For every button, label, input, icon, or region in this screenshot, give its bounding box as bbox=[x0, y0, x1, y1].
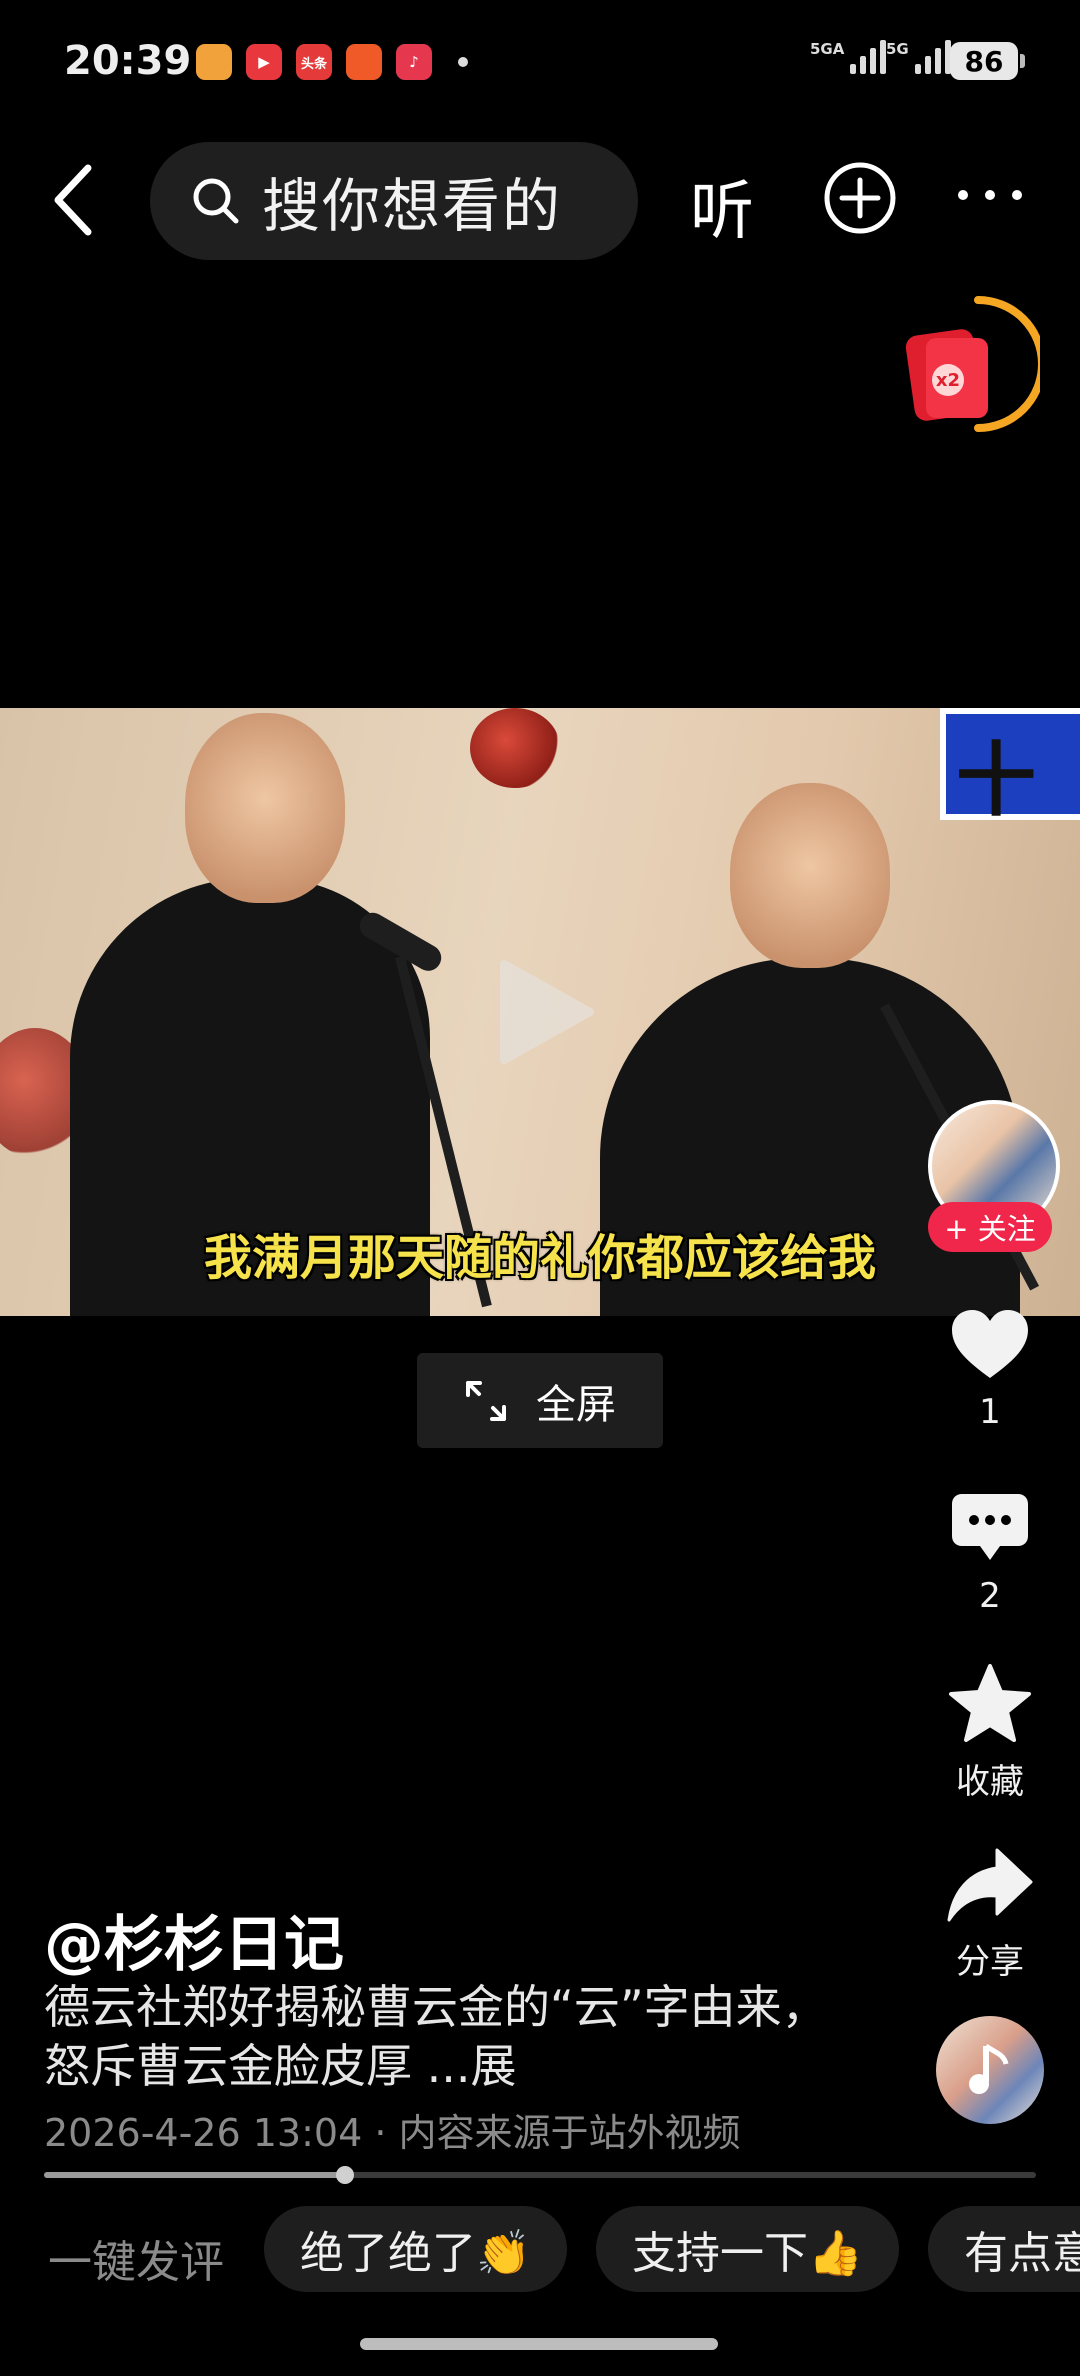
video-app-icon: ▶ bbox=[246, 44, 282, 80]
heart-icon bbox=[952, 1310, 1028, 1378]
red-packet-reward-icon[interactable]: x2 bbox=[900, 292, 1040, 442]
comment-icon bbox=[952, 1494, 1028, 1560]
video-player[interactable]: 十 我满月那天随的礼你都应该给我 bbox=[0, 708, 1080, 1316]
home-indicator[interactable] bbox=[360, 2338, 718, 2350]
notification-app-icons: ▶ 头条 ♪ bbox=[196, 44, 468, 80]
flower-decoration bbox=[470, 708, 560, 788]
performer-right-head bbox=[730, 783, 890, 968]
music-app-icon: ♪ bbox=[396, 44, 432, 80]
comment-count: 2 bbox=[979, 1576, 1001, 1616]
quick-comment-chip[interactable]: 有点意 bbox=[928, 2206, 1080, 2292]
quick-comment-chip[interactable]: 支持一下👍 bbox=[596, 2206, 899, 2292]
quick-comment-label: 一键发评 bbox=[48, 2237, 224, 2288]
progress-fill bbox=[44, 2172, 345, 2178]
progress-knob[interactable] bbox=[336, 2166, 354, 2184]
fullscreen-button[interactable]: 全屏 bbox=[417, 1353, 663, 1448]
video-subtitle: 我满月那天随的礼你都应该给我 bbox=[203, 1230, 876, 1286]
fullscreen-label: 全屏 bbox=[536, 1381, 616, 1428]
more-options-icon[interactable] bbox=[958, 190, 1022, 206]
performer-left-head bbox=[185, 713, 345, 903]
status-time: 20:39 bbox=[64, 38, 192, 84]
quick-comment-chip[interactable]: 绝了绝了👏 bbox=[264, 2206, 567, 2292]
play-icon[interactable] bbox=[494, 956, 598, 1068]
music-disc[interactable] bbox=[936, 2016, 1044, 2124]
search-bar[interactable]: 搜你想看的 bbox=[150, 142, 638, 260]
post-meta: 2026-4-26 13:04 · 内容来源于站外视频 bbox=[44, 2111, 741, 2155]
video-description[interactable]: 德云社郑好揭秘曹云金的“云”字由来，怒斥曹云金脸皮厚 ...展 bbox=[44, 1978, 864, 2096]
author-name[interactable]: @杉杉日记 bbox=[44, 1896, 344, 1983]
toutiao-icon: 头条 bbox=[296, 44, 332, 80]
app-icon bbox=[196, 44, 232, 80]
listen-button[interactable]: 听 bbox=[690, 160, 754, 252]
add-icon[interactable] bbox=[822, 160, 898, 236]
favorite-label: 收藏 bbox=[956, 1762, 1024, 1802]
share-label: 分享 bbox=[956, 1942, 1024, 1982]
favorite-button[interactable]: 收藏 bbox=[930, 1662, 1050, 1803]
expand-icon bbox=[466, 1380, 506, 1421]
share-icon bbox=[947, 1848, 1033, 1922]
battery-tip bbox=[1020, 54, 1025, 68]
search-icon bbox=[193, 178, 239, 224]
music-note-icon bbox=[969, 2043, 1009, 2094]
search-placeholder: 搜你想看的 bbox=[262, 172, 563, 240]
comment-button[interactable]: 2 bbox=[930, 1490, 1050, 1616]
share-button[interactable]: 分享 bbox=[930, 1846, 1050, 1983]
stage-sign: 十 bbox=[940, 708, 1080, 827]
shopping-app-icon bbox=[346, 44, 382, 80]
signal-5g-icon: 5G bbox=[886, 40, 951, 74]
more-notifications-dot bbox=[458, 57, 468, 67]
star-icon bbox=[949, 1664, 1031, 1742]
reward-multiplier: x2 bbox=[936, 370, 960, 391]
back-icon[interactable] bbox=[46, 160, 106, 240]
like-count: 1 bbox=[979, 1392, 1001, 1432]
battery-level: 86 bbox=[950, 42, 1018, 80]
signal-5ga-icon: 5GA bbox=[810, 40, 887, 74]
like-button[interactable]: 1 bbox=[930, 1306, 1050, 1432]
follow-button[interactable]: + 关注 bbox=[928, 1202, 1052, 1252]
